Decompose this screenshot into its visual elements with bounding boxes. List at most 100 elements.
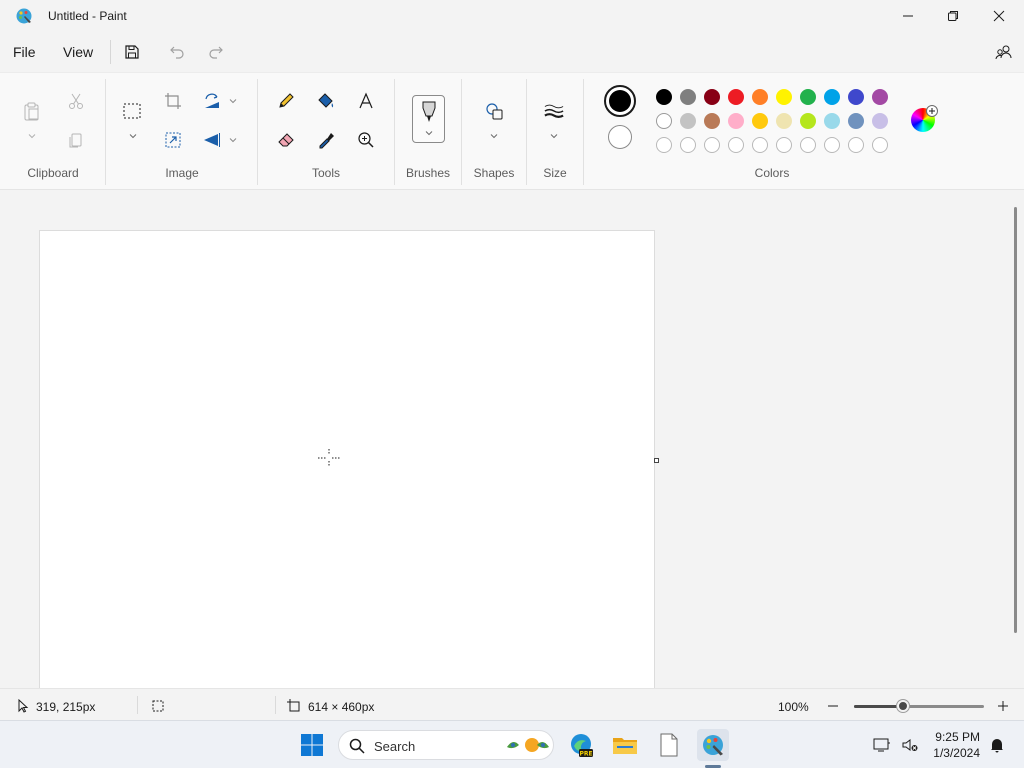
custom-color-slot[interactable] <box>704 137 720 153</box>
canvas-resize-handle[interactable] <box>654 458 659 463</box>
zoom-out-icon[interactable] <box>826 699 840 713</box>
color-swatch[interactable] <box>800 113 816 129</box>
zoom-level[interactable]: 100% <box>778 700 809 714</box>
magnifier-button[interactable] <box>352 126 380 154</box>
color-swatch[interactable] <box>848 89 864 105</box>
people-icon <box>995 45 1012 60</box>
color-swatch[interactable] <box>800 89 816 105</box>
cut-button[interactable] <box>62 87 90 115</box>
search-icon <box>349 738 365 754</box>
save-button[interactable] <box>121 41 143 63</box>
tray-clock[interactable]: 9:25 PM 1/3/2024 <box>933 729 980 761</box>
color-swatch[interactable] <box>656 113 672 129</box>
tray-network[interactable] <box>868 729 896 761</box>
color-swatch[interactable] <box>680 113 696 129</box>
color-swatch[interactable] <box>752 113 768 129</box>
svg-text:PRE: PRE <box>579 751 592 758</box>
chevron-down-icon <box>229 99 237 104</box>
zoom-in-icon[interactable] <box>996 699 1010 713</box>
zoom-slider-fill <box>854 705 904 708</box>
account-button[interactable] <box>993 41 1015 63</box>
taskbar-notepad[interactable] <box>653 729 685 761</box>
color-swatch[interactable] <box>680 89 696 105</box>
group-label-colors: Colors <box>754 166 790 180</box>
flip-button[interactable] <box>198 126 226 154</box>
color-swatch[interactable] <box>824 89 840 105</box>
window-title: Untitled - Paint <box>48 9 127 23</box>
taskbar-paint[interactable] <box>697 729 729 761</box>
rotate-button[interactable] <box>198 87 226 115</box>
custom-color-slot[interactable] <box>872 137 888 153</box>
edit-colors-button[interactable] <box>909 105 938 134</box>
copy-button[interactable] <box>62 126 90 154</box>
zoom-slider[interactable] <box>854 705 984 708</box>
custom-color-slot[interactable] <box>728 137 744 153</box>
select-button[interactable] <box>118 97 146 125</box>
undo-icon <box>170 46 184 59</box>
menu-view[interactable]: View <box>63 44 93 60</box>
vertical-scrollbar[interactable] <box>1014 207 1017 633</box>
restore-button[interactable] <box>930 0 976 32</box>
custom-color-slot[interactable] <box>824 137 840 153</box>
custom-color-slot[interactable] <box>656 137 672 153</box>
paint-palette-icon <box>703 735 723 756</box>
group-label-size: Size <box>543 166 567 180</box>
crop-button[interactable] <box>159 87 187 115</box>
drawing-canvas[interactable] <box>39 230 655 688</box>
pencil-button[interactable] <box>272 87 300 115</box>
select-dropdown[interactable] <box>128 131 138 141</box>
text-button[interactable] <box>352 87 380 115</box>
custom-color-slot[interactable] <box>848 137 864 153</box>
color-swatch[interactable] <box>704 89 720 105</box>
paste-button[interactable] <box>18 97 46 125</box>
flip-dropdown[interactable] <box>228 135 238 145</box>
color-swatch[interactable] <box>728 89 744 105</box>
color-swatch[interactable] <box>824 113 840 129</box>
size-button[interactable] <box>540 97 568 125</box>
color-picker-button[interactable] <box>312 126 340 154</box>
primary-color-button[interactable] <box>604 85 636 117</box>
undo-button[interactable] <box>166 41 188 63</box>
taskbar-search[interactable]: Search <box>338 730 554 760</box>
zoom-slider-thumb[interactable] <box>897 700 910 712</box>
fill-button[interactable] <box>312 87 340 115</box>
close-button[interactable] <box>976 0 1022 32</box>
color-swatch[interactable] <box>656 89 672 105</box>
color-swatch[interactable] <box>728 113 744 129</box>
secondary-color-button[interactable] <box>608 125 632 149</box>
minimize-button[interactable] <box>885 0 931 32</box>
brushes-button[interactable] <box>412 95 445 143</box>
status-separator <box>275 696 276 714</box>
eyedropper-icon <box>319 133 334 149</box>
shapes-dropdown[interactable] <box>489 131 499 141</box>
color-swatch[interactable] <box>776 89 792 105</box>
color-swatch[interactable] <box>872 89 888 105</box>
paste-dropdown[interactable] <box>27 131 37 141</box>
color-swatch[interactable] <box>752 89 768 105</box>
status-bar: 319, 215px 614 × 460px 100% <box>0 688 1024 720</box>
custom-color-slot[interactable] <box>800 137 816 153</box>
pencil-icon <box>279 93 294 108</box>
eraser-button[interactable] <box>272 126 300 154</box>
color-swatch[interactable] <box>704 113 720 129</box>
size-dropdown[interactable] <box>549 131 559 141</box>
tray-volume[interactable] <box>896 729 924 761</box>
notifications-button[interactable] <box>984 729 1010 761</box>
taskbar-edge-beta[interactable]: PRE <box>565 729 597 761</box>
redo-button[interactable] <box>205 41 227 63</box>
color-swatch[interactable] <box>872 113 888 129</box>
color-swatch[interactable] <box>848 113 864 129</box>
custom-color-slot[interactable] <box>776 137 792 153</box>
start-button[interactable] <box>296 729 328 761</box>
shapes-button[interactable] <box>480 97 508 125</box>
custom-color-slot[interactable] <box>752 137 768 153</box>
rotate-dropdown[interactable] <box>228 96 238 106</box>
taskbar-file-explorer[interactable] <box>609 729 641 761</box>
custom-color-slot[interactable] <box>680 137 696 153</box>
menu-file[interactable]: File <box>13 44 36 60</box>
group-label-image: Image <box>165 166 199 180</box>
resize-button[interactable] <box>159 126 187 154</box>
rotate-icon <box>205 93 219 108</box>
color-swatch[interactable] <box>776 113 792 129</box>
paint-palette-icon <box>16 8 32 24</box>
